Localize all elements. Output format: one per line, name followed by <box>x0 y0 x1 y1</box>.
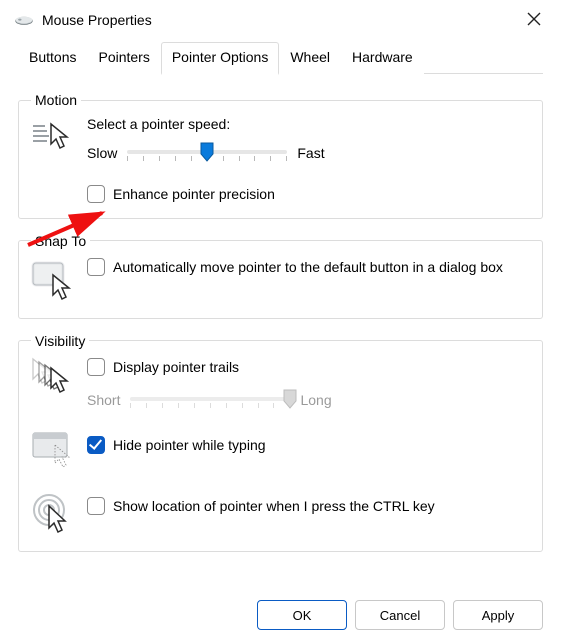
pointer-speed-label: Select a pointer speed: <box>87 116 530 132</box>
apply-button[interactable]: Apply <box>453 600 543 630</box>
titlebar: Mouse Properties <box>0 0 561 36</box>
pointer-speed-slider[interactable] <box>127 140 287 166</box>
trails-long-label: Long <box>300 392 331 408</box>
legend-snap-to: Snap To <box>31 233 90 249</box>
tab-buttons[interactable]: Buttons <box>18 42 87 74</box>
close-button[interactable] <box>519 8 549 32</box>
dialog-button-row: OK Cancel Apply <box>257 600 543 630</box>
window-title: Mouse Properties <box>42 12 519 28</box>
legend-visibility: Visibility <box>31 333 89 349</box>
snap-to-icon <box>31 257 87 304</box>
hide-pointer-typing-checkbox[interactable] <box>87 436 105 454</box>
display-pointer-trails-label: Display pointer trails <box>113 357 239 377</box>
speed-slow-label: Slow <box>87 145 117 161</box>
show-location-ctrl-checkbox[interactable] <box>87 497 105 515</box>
pointer-speed-thumb[interactable] <box>200 142 214 162</box>
show-location-ctrl-label: Show location of pointer when I press th… <box>113 496 435 516</box>
pointer-trails-icon <box>31 357 87 400</box>
show-location-ctrl-icon <box>31 488 87 537</box>
enhance-pointer-precision-checkbox[interactable] <box>87 185 105 203</box>
hide-pointer-typing-label: Hide pointer while typing <box>113 435 266 455</box>
trails-short-label: Short <box>87 392 120 408</box>
display-pointer-trails-checkbox[interactable] <box>87 358 105 376</box>
group-snap-to: Snap To Automatically move pointer to th… <box>18 233 543 319</box>
ok-button[interactable]: OK <box>257 600 347 630</box>
tab-hardware[interactable]: Hardware <box>341 42 424 74</box>
enhance-pointer-precision-label: Enhance pointer precision <box>113 184 275 204</box>
hide-pointer-typing-icon <box>31 429 87 472</box>
snap-to-default-checkbox[interactable] <box>87 258 105 276</box>
cancel-button[interactable]: Cancel <box>355 600 445 630</box>
group-visibility: Visibility Display pointer trails Short <box>18 333 543 552</box>
speed-fast-label: Fast <box>297 145 324 161</box>
tab-pointer-options[interactable]: Pointer Options <box>161 42 280 75</box>
legend-motion: Motion <box>31 92 81 108</box>
mouse-sys-icon <box>14 13 34 27</box>
motion-icon <box>31 116 87 157</box>
tab-strip: Buttons Pointers Pointer Options Wheel H… <box>0 36 561 74</box>
tab-wheel[interactable]: Wheel <box>279 42 341 74</box>
group-motion: Motion Select a pointer speed: Slow <box>18 92 543 219</box>
pointer-trails-slider <box>130 387 290 413</box>
pointer-trails-thumb <box>283 389 297 409</box>
snap-to-default-label: Automatically move pointer to the defaul… <box>113 257 503 277</box>
tab-pointers[interactable]: Pointers <box>87 42 160 74</box>
